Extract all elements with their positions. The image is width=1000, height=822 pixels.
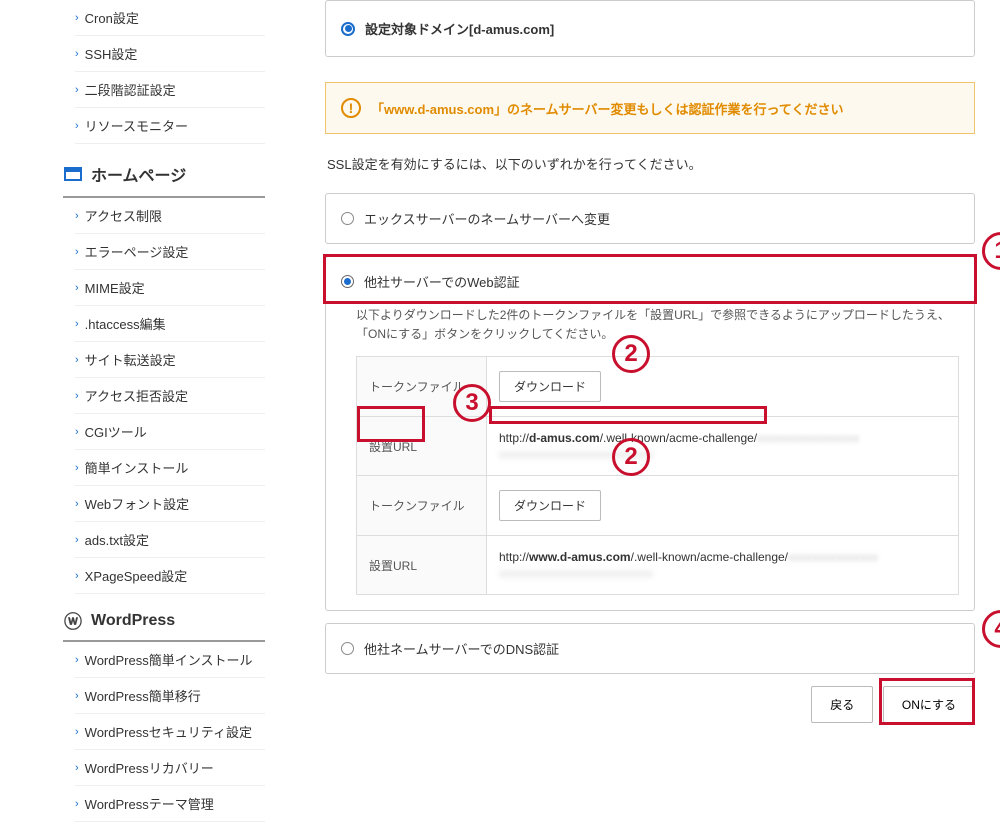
sidebar-item-label: リソースモニター — [85, 116, 188, 135]
sidebar-item[interactable]: › SSH設定 — [75, 36, 265, 72]
option-label: 他社ネームサーバーでのDNS認証 — [364, 639, 559, 658]
chevron-icon: › — [75, 48, 79, 60]
chevron-icon: › — [75, 120, 79, 132]
install-url-label: 設置URL — [357, 536, 487, 595]
option-label: エックスサーバーのネームサーバーへ変更 — [364, 209, 610, 228]
sidebar-item-label: アクセス制限 — [85, 206, 162, 225]
sidebar-item-label: エラーページ設定 — [85, 242, 189, 261]
footer-buttons: 戻る ONにする — [325, 686, 975, 723]
sidebar-item[interactable]: › Cron設定 — [75, 0, 265, 36]
option-nameserver-change[interactable]: エックスサーバーのネームサーバーへ変更 — [325, 193, 975, 244]
radio-selected-icon — [341, 22, 355, 36]
wordpress-icon: ⓦ — [63, 613, 83, 629]
sidebar-item[interactable]: › アクセス制限 — [75, 198, 265, 234]
token-file-label: トークンファイル — [357, 357, 487, 417]
token-table: トークンファイル ダウンロード 設置URL http://d-amus.com/… — [356, 356, 959, 595]
chevron-icon: › — [75, 282, 79, 294]
sidebar-item-label: SSH設定 — [85, 44, 138, 63]
sidebar-item[interactable]: › CGIツール — [75, 414, 265, 450]
chevron-icon: › — [75, 498, 79, 510]
annotation-marker: 4 — [982, 610, 1000, 648]
chevron-icon: › — [75, 210, 79, 222]
back-button[interactable]: 戻る — [811, 686, 873, 723]
token-file-label: トークンファイル — [357, 476, 487, 536]
install-url-label: 設置URL — [357, 417, 487, 476]
target-domain-label: 設定対象ドメイン[d-amus.com] — [365, 19, 554, 38]
chevron-icon: › — [75, 726, 79, 738]
sidebar-item-label: MIME設定 — [85, 278, 145, 297]
chevron-icon: › — [75, 690, 79, 702]
chevron-icon: › — [75, 84, 79, 96]
chevron-icon: › — [75, 354, 79, 366]
radio-icon[interactable] — [341, 642, 354, 655]
sidebar-item[interactable]: › Webフォント設定 — [75, 486, 265, 522]
option-web-auth: 他社サーバーでのWeb認証 以下よりダウンロードした2件のトークンファイルを「設… — [325, 256, 975, 611]
sidebar-item-label: Cron設定 — [85, 8, 139, 27]
sidebar-item-label: ads.txt設定 — [85, 530, 149, 549]
sidebar-item[interactable]: › 簡単インストール — [75, 450, 265, 486]
radio-selected-icon[interactable] — [341, 275, 354, 288]
sidebar-item[interactable]: › WordPressリカバリー — [75, 750, 265, 786]
sidebar-item[interactable]: › ads.txt設定 — [75, 522, 265, 558]
sidebar-item[interactable]: › 二段階認証設定 — [75, 72, 265, 108]
sidebar-item-label: WordPress簡単インストール — [85, 650, 253, 669]
download-button[interactable]: ダウンロード — [499, 371, 601, 402]
instruction-text: SSL設定を有効にするには、以下のいずれかを行ってください。 — [325, 154, 975, 173]
on-button[interactable]: ONにする — [883, 686, 975, 723]
sidebar-item-label: 二段階認証設定 — [85, 80, 176, 99]
sidebar-item-label: サイト転送設定 — [85, 350, 176, 369]
chevron-icon: › — [75, 12, 79, 24]
sidebar-item[interactable]: › .htaccess編集 — [75, 306, 265, 342]
warning-box: ! 「www.d-amus.com」のネームサーバー変更もしくは認証作業を行って… — [325, 82, 975, 134]
chevron-icon: › — [75, 654, 79, 666]
sidebar-item[interactable]: › リソースモニター — [75, 108, 265, 144]
radio-icon[interactable] — [341, 212, 354, 225]
annotation-marker: 1 — [982, 232, 1000, 270]
chevron-icon: › — [75, 570, 79, 582]
warning-text: 「www.d-amus.com」のネームサーバー変更もしくは認証作業を行ってくだ… — [371, 99, 843, 118]
chevron-icon: › — [75, 426, 79, 438]
sidebar-item-label: WordPressセキュリティ設定 — [85, 722, 252, 741]
sidebar-item-label: Webフォント設定 — [85, 494, 190, 513]
chevron-icon: › — [75, 762, 79, 774]
download-button[interactable]: ダウンロード — [499, 490, 601, 521]
sidebar-item-label: .htaccess編集 — [85, 314, 166, 333]
sidebar-item[interactable]: › アクセス拒否設定 — [75, 378, 265, 414]
sidebar-item-label: アクセス拒否設定 — [85, 386, 188, 405]
sidebar-item[interactable]: › WordPress簡単移行 — [75, 678, 265, 714]
install-url-value: http://www.d-amus.com/.well-known/acme-c… — [487, 536, 959, 595]
homepage-icon — [63, 166, 83, 182]
sidebar-item-label: 簡単インストール — [85, 458, 189, 477]
sidebar-item-label: XPageSpeed設定 — [85, 566, 188, 585]
target-domain-box: 設定対象ドメイン[d-amus.com] — [325, 0, 975, 57]
sidebar-item[interactable]: › MIME設定 — [75, 270, 265, 306]
chevron-icon: › — [75, 462, 79, 474]
sub-instruction: 以下よりダウンロードした2件のトークンファイルを「設置URL」で参照できるように… — [356, 306, 959, 344]
chevron-icon: › — [75, 798, 79, 810]
sidebar-item-label: WordPress簡単移行 — [85, 686, 201, 705]
sidebar-section-homepage: ホームページ — [63, 152, 265, 198]
option-web-auth-header[interactable]: 他社サーバーでのWeb認証 — [326, 257, 974, 306]
sidebar-item-label: CGIツール — [85, 422, 147, 441]
chevron-icon: › — [75, 390, 79, 402]
sidebar-section-wordpress: ⓦ WordPress — [63, 602, 265, 642]
section-title: WordPress — [91, 612, 175, 630]
chevron-icon: › — [75, 534, 79, 546]
install-url-value: http://d-amus.com/.well-known/acme-chall… — [487, 417, 959, 476]
sidebar-item[interactable]: › WordPressセキュリティ設定 — [75, 714, 265, 750]
sidebar-item-label: WordPressテーマ管理 — [85, 794, 214, 813]
sidebar-item[interactable]: › XPageSpeed設定 — [75, 558, 265, 594]
section-title: ホームページ — [91, 162, 186, 186]
sidebar-item[interactable]: › WordPress簡単インストール — [75, 642, 265, 678]
sidebar-item[interactable]: › WordPressテーマ管理 — [75, 786, 265, 822]
sidebar-item-label: WordPressリカバリー — [85, 758, 214, 777]
option-dns-auth[interactable]: 他社ネームサーバーでのDNS認証 — [325, 623, 975, 674]
option-label: 他社サーバーでのWeb認証 — [364, 272, 520, 291]
chevron-icon: › — [75, 318, 79, 330]
chevron-icon: › — [75, 246, 79, 258]
sidebar-item[interactable]: › エラーページ設定 — [75, 234, 265, 270]
warning-icon: ! — [341, 98, 361, 118]
sidebar-item[interactable]: › サイト転送設定 — [75, 342, 265, 378]
